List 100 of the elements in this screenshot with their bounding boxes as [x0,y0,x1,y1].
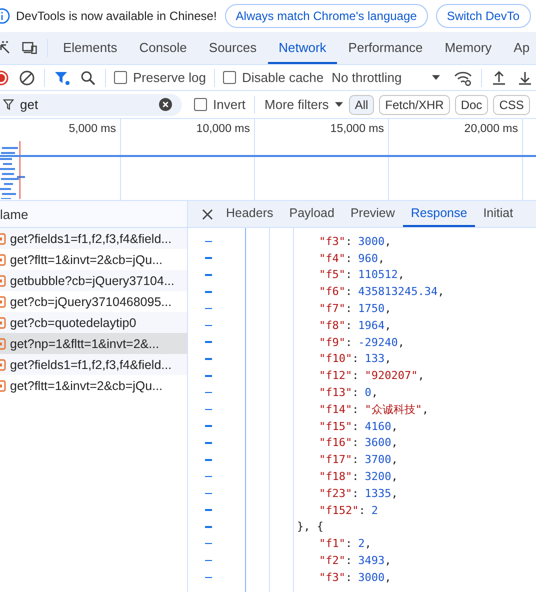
document-icon [0,338,6,350]
document-icon [0,358,6,370]
gutter-dash [204,425,212,427]
checkbox-label: Preserve log [133,70,206,85]
json-colon: : [346,268,352,282]
request-row[interactable]: get?cb=quotedelaytip0 [0,312,187,333]
panel-tab[interactable]: Console [128,32,198,64]
json-brace: }, { [297,520,324,534]
panel-tab[interactable]: Network [268,32,338,64]
checkbox[interactable] [114,71,127,84]
more-filters-dropdown[interactable]: More filters [264,97,329,112]
detail-tab[interactable]: Preview [342,201,403,227]
upload-icon[interactable] [490,70,507,86]
filter-field[interactable]: get [0,94,182,116]
gutter-dash [204,442,212,444]
gutter-dash [204,560,212,562]
checkbox[interactable] [194,98,207,111]
json-key: "f12" [319,369,352,382]
json-comma: , [422,402,429,416]
type-filter-chip[interactable]: Fetch/XHR [379,94,450,114]
request-row[interactable]: get?fields1=f1,f2,f3,f4&field... [0,228,187,249]
request-row[interactable]: getbubble?cb=jQuery37104... [0,270,187,291]
gutter-dash [204,408,212,410]
panel-tab[interactable]: Elements [52,32,128,64]
type-filter-chip[interactable]: All [348,94,374,114]
dropdown-caret-icon[interactable] [334,102,343,107]
detail-tab[interactable]: Headers [218,201,282,227]
json-value: 3700 [364,453,392,466]
json-colon: : [352,436,359,450]
device-icon[interactable] [22,40,38,56]
json-key: "f13" [319,386,352,400]
json-colon: : [358,504,366,517]
time-tick-label: 10,000 ms [196,123,250,135]
request-row[interactable]: get?cb=jQuery3710468095... [0,291,187,312]
json-colon: : [346,336,352,349]
gutter-dash [204,240,212,242]
filter-icon[interactable] [54,70,70,86]
document-icon [0,274,6,286]
json-colon: : [346,285,352,298]
wifi-settings-icon[interactable] [454,70,472,86]
column-header[interactable]: lame [0,206,28,222]
json-colon: : [346,537,352,550]
checkbox[interactable] [222,71,236,84]
json-value: 3000 [358,234,385,248]
json-colon: : [352,486,359,500]
panel-tab[interactable]: Sources [198,32,268,64]
json-comma: , [391,486,398,500]
request-name: get?fields1=f1,f2,f3,f4&field... [10,232,172,246]
close-icon[interactable] [202,208,213,220]
json-value: 133 [364,352,385,366]
json-value: 3000 [358,570,385,584]
gutter-dash [204,358,212,360]
panel-tab[interactable]: Performance [337,32,434,64]
gutter-dash [204,341,212,343]
json-comma: , [391,420,398,433]
gutter-dash [204,542,212,544]
panel-tab[interactable]: Memory [434,32,503,64]
json-key: "f17" [319,453,352,466]
request-row[interactable]: get?fields1=f1,f2,f3,f4&field... [0,354,187,375]
json-value: 2 [358,537,365,550]
inspect-icon[interactable] [0,40,12,56]
gutter-dash [204,476,212,478]
json-comma: , [384,352,392,366]
request-row[interactable]: get?fltt=1&invt=2&cb=jQu... [0,375,187,396]
json-value: 1750 [358,302,385,316]
gutter-dash [204,509,212,511]
panel-tab[interactable]: Ap [502,32,536,64]
dropdown-caret-icon[interactable] [432,75,440,80]
document-icon [0,316,6,328]
json-comma: , [398,336,404,349]
checkbox-label: Invert [213,97,246,112]
request-row[interactable]: get?np=1&fltt=1&invt=2&... [0,333,187,354]
request-name: get?np=1&fltt=1&invt=2&... [10,336,160,350]
request-row[interactable]: get?fltt=1&invt=2&cb=jQu... [0,249,187,270]
detail-tab[interactable]: Payload [281,201,342,227]
detail-tab[interactable]: Initiat [475,201,522,227]
json-key: "f16" [319,436,352,450]
json-value: 0 [364,386,372,400]
type-filter-chip[interactable]: CSS [493,94,530,114]
detail-tab[interactable]: Response [402,201,476,227]
request-name: get?fltt=1&invt=2&cb=jQu... [10,378,163,392]
throttling-dropdown[interactable]: No throttling [332,70,402,85]
json-key: "f8" [319,318,346,332]
type-filter-chip[interactable]: Doc [454,94,488,114]
document-icon [0,380,6,392]
json-comma: , [438,285,444,298]
banner-button[interactable]: Switch DevTo [436,4,531,28]
time-tick-label: 20,000 ms [464,123,518,135]
json-colon: : [352,369,359,382]
banner-button[interactable]: Always match Chrome's language [224,4,428,28]
download-icon[interactable] [516,70,533,86]
gutter-dash [204,459,212,460]
clear-icon[interactable] [19,70,35,86]
json-value: "众诚科技" [364,402,422,416]
json-comma: , [384,318,392,332]
time-tick-label: 5,000 ms [68,123,116,135]
clear-input-icon[interactable] [159,98,172,110]
json-key: "f14" [319,402,352,416]
search-icon[interactable] [80,70,96,86]
json-value: 4160 [364,420,392,433]
